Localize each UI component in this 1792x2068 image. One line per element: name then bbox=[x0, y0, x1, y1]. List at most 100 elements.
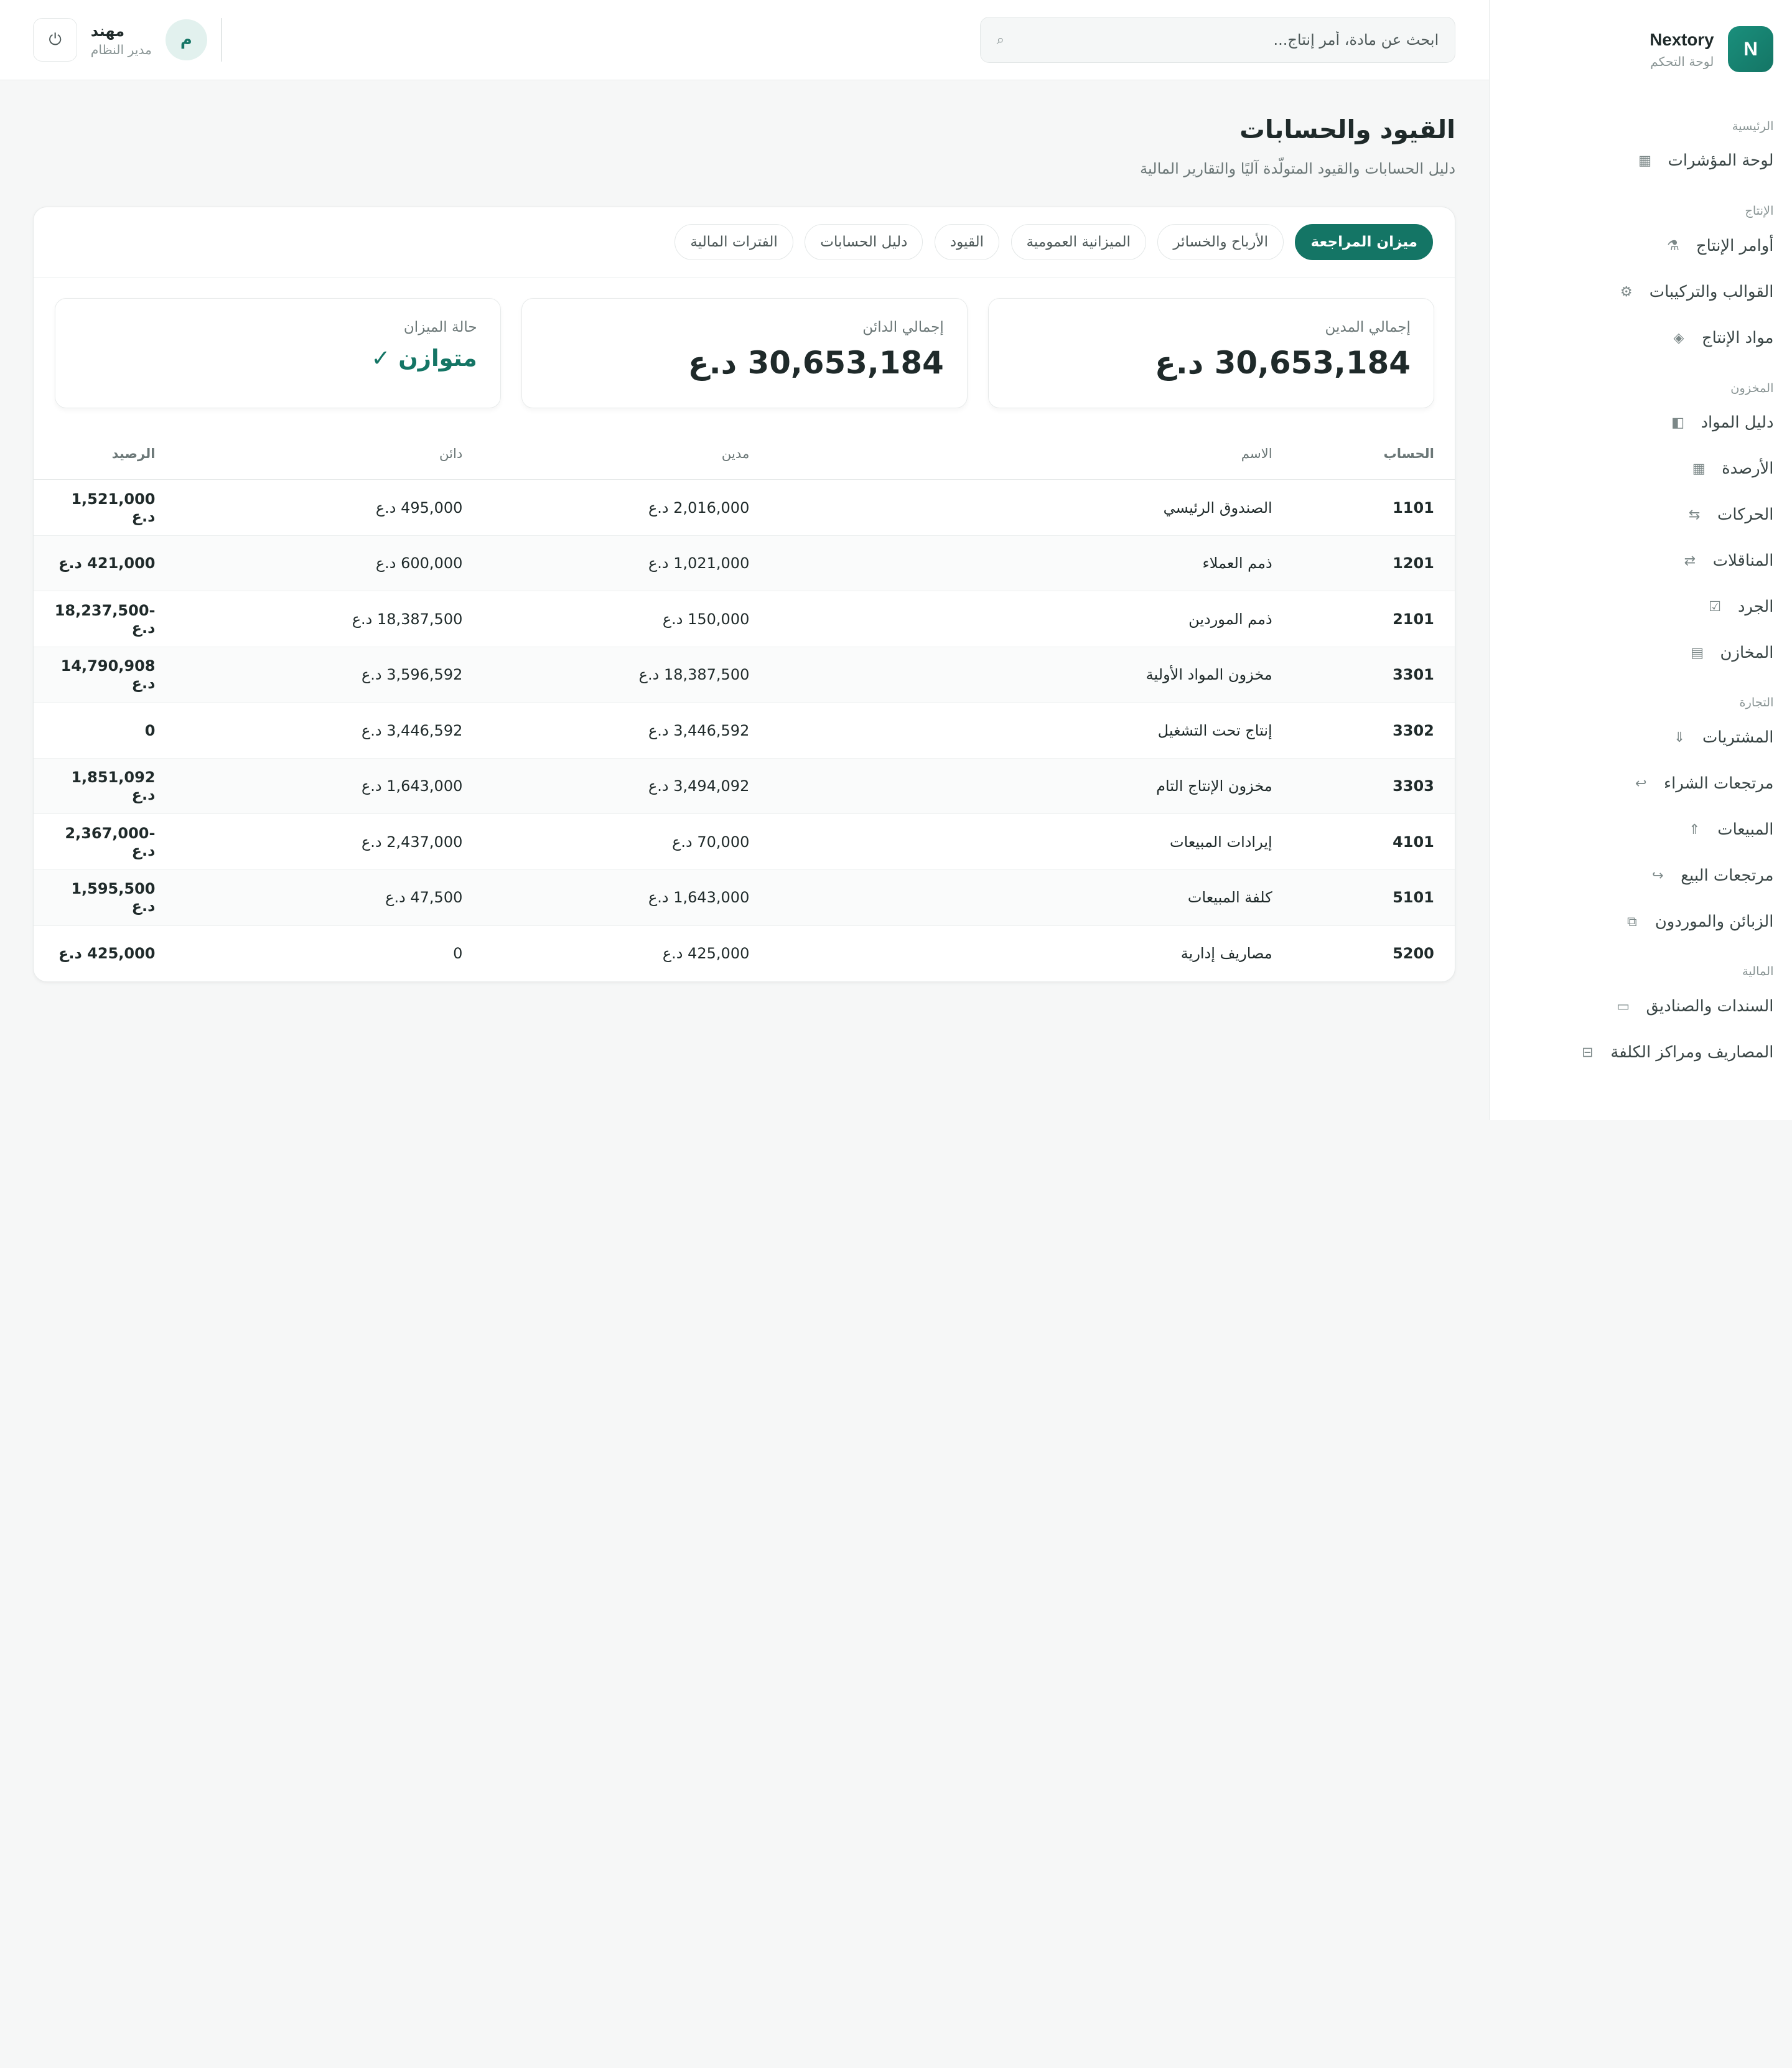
table-cell: 2101 bbox=[1292, 591, 1455, 647]
tab[interactable]: ميزان المراجعة bbox=[1295, 224, 1434, 260]
table-cell: 1,595,500 د.ع bbox=[34, 869, 176, 926]
table-row[interactable]: 3302 إنتاج تحت التشغيل 3,446,592 د.ع 3,446,… bbox=[34, 702, 1455, 759]
column-header-name[interactable]: الاسم bbox=[770, 429, 1293, 480]
main: ⌕ م مهند مدير النظام ⏻ القيود والحسابات … bbox=[0, 0, 1489, 1120]
brand-subtitle: لوحة التحكم bbox=[1650, 54, 1714, 70]
search-input[interactable] bbox=[1015, 31, 1439, 49]
sidebar-item[interactable]: المناقلات ⇄ bbox=[1490, 538, 1774, 584]
table-cell: 14,790,908 د.ع bbox=[34, 647, 176, 703]
sidebar-item[interactable]: الحركات ⇆ bbox=[1490, 492, 1774, 538]
table-row[interactable]: 1201 ذمم العملاء 1,021,000 د.ع 600,000 د.ع 4… bbox=[34, 535, 1455, 592]
table-cell: -18,237,500 د.ع bbox=[34, 591, 176, 647]
tab[interactable]: دليل الحسابات bbox=[805, 224, 923, 260]
sidebar-item-label: الجرد bbox=[1737, 597, 1774, 616]
tabs: ميزان المراجعة الأرباح والخسائر الميزانية … bbox=[34, 207, 1455, 278]
brand-name: Nextory bbox=[1650, 29, 1714, 49]
sidebar-item[interactable]: لوحة المؤشرات ▦ bbox=[1490, 138, 1773, 184]
nav-icon: ↪ bbox=[1652, 867, 1664, 884]
table-row[interactable]: 5200 مصاريف إدارية 425,000 د.ع 0 425,000 د.ع bbox=[34, 925, 1455, 981]
topbar: ⌕ م مهند مدير النظام ⏻ bbox=[0, 0, 1489, 81]
table-cell: 3302 bbox=[1292, 702, 1455, 759]
tab[interactable]: القيود bbox=[934, 224, 1000, 260]
table-cell: 0 bbox=[453, 945, 463, 963]
user-name: مهند bbox=[90, 22, 125, 40]
table-row[interactable]: 3301 مخزون المواد الأولية 18,387,500 د.ع 3,… bbox=[34, 647, 1455, 703]
table-cell: 1,521,000 د.ع bbox=[34, 479, 176, 536]
table-cell: 2,437,000 د.ع bbox=[175, 813, 483, 870]
nav-icon: ⚗ bbox=[1667, 238, 1679, 255]
sidebar-item[interactable]: دليل المواد ◧ bbox=[1490, 400, 1773, 446]
brand[interactable]: N Nextory لوحة التحكم bbox=[1490, 0, 1774, 99]
tab[interactable]: الفترات المالية bbox=[674, 224, 793, 260]
sidebar-item[interactable]: الزبائن والموردون ⧉ bbox=[1490, 899, 1774, 945]
table-cell: 0 bbox=[34, 702, 176, 759]
nav-section-title: التجارة bbox=[1739, 695, 1774, 710]
table-cell: 18,387,500 د.ع bbox=[175, 591, 483, 647]
content: القيود والحسابات دليل الحسابات والقيود ا… bbox=[0, 80, 1489, 982]
table-row[interactable]: 4101 إيرادات المبيعات 70,000 د.ع 2,437,000 … bbox=[34, 813, 1455, 870]
brand-logo: N bbox=[1727, 26, 1774, 73]
table-row[interactable]: 3303 مخزون الإنتاج التام 3,494,092 د.ع 1,64… bbox=[34, 758, 1455, 815]
nav-icon: ⧉ bbox=[1627, 913, 1637, 930]
table-cell: -2,367,000 د.ع bbox=[34, 813, 176, 870]
table-cell: 495,000 د.ع bbox=[175, 479, 483, 536]
table-cell: 3,596,592 د.ع bbox=[175, 647, 483, 703]
sidebar-item[interactable]: السندات والصناديق ▭ bbox=[1490, 983, 1773, 1029]
sidebar-item[interactable]: مرتجعات الشراء ↩ bbox=[1490, 760, 1774, 807]
table-cell: 5101 bbox=[1292, 869, 1455, 926]
table-cell: 3,446,592 د.ع bbox=[483, 702, 770, 759]
nav-section: الإنتاج أوامر الإنتاج ⚗ القوالب والتركيبات ⚙… bbox=[1490, 200, 1774, 360]
sidebar-item-label: مواد الإنتاج bbox=[1701, 328, 1774, 347]
nav-section: التجارة المشتريات ⇓ مرتجعات الشراء ↩ المبيعات… bbox=[1490, 691, 1774, 945]
table-body: 1101 الصندوق الرئيسي 2,016,000 د.ع 495,000 … bbox=[34, 479, 1455, 981]
stat-label: إجمالي المدين bbox=[1325, 319, 1411, 336]
sidebar-item-label: المصاريف ومراكز الكلفة bbox=[1610, 1043, 1774, 1062]
table-row[interactable]: 5101 كلفة المبيعات 1,643,000 د.ع 47,500 د.ع… bbox=[34, 869, 1455, 926]
column-header-account[interactable]: الحساب bbox=[1292, 429, 1455, 480]
table-cell: 3301 bbox=[1292, 647, 1455, 703]
sidebar-item[interactable]: مواد الإنتاج ◈ bbox=[1490, 315, 1774, 361]
logout-button[interactable]: ⏻ bbox=[33, 18, 77, 62]
sidebar-item[interactable]: المبيعات ⇑ bbox=[1490, 807, 1773, 853]
table-cell: 421,000 د.ع bbox=[34, 535, 176, 592]
nav-icon: ◧ bbox=[1671, 414, 1685, 431]
sidebar-item-label: المخازن bbox=[1720, 643, 1774, 662]
sidebar-item[interactable]: المخازن ▤ bbox=[1490, 630, 1774, 676]
column-header-credit[interactable]: دائن bbox=[175, 429, 483, 480]
sidebar-item[interactable]: أوامر الإنتاج ⚗ bbox=[1490, 223, 1773, 269]
nav-icon: ▦ bbox=[1692, 461, 1706, 477]
user-role: مدير النظام bbox=[90, 42, 152, 57]
nav-icon: ◈ bbox=[1673, 329, 1684, 346]
column-header-debit[interactable]: مدين bbox=[483, 429, 770, 480]
table-cell: 70,000 د.ع bbox=[483, 813, 770, 870]
app-shell: N Nextory لوحة التحكم الرئيسية لوحة المؤش… bbox=[0, 0, 1792, 1121]
sidebar-item-label: الزبائن والموردون bbox=[1654, 912, 1774, 931]
sidebar-item[interactable]: القوالب والتركيبات ⚙ bbox=[1490, 269, 1774, 315]
sidebar-item[interactable]: الأرصدة ▦ bbox=[1490, 446, 1774, 492]
sidebar-item[interactable]: المشتريات ⇓ bbox=[1490, 714, 1774, 760]
sidebar-item[interactable]: المصاريف ومراكز الكلفة ⊟ bbox=[1490, 1029, 1774, 1075]
table-cell: إيرادات المبيعات bbox=[770, 813, 1293, 870]
stats-row: إجمالي المدين 30,653,184 د.ع إجمالي الدا… bbox=[34, 278, 1455, 429]
sidebar-item[interactable]: الجرد ☑ bbox=[1490, 584, 1774, 630]
nav-section-title: الرئيسية bbox=[1732, 118, 1774, 133]
table-cell: ذمم الموردين bbox=[770, 591, 1293, 647]
tab[interactable]: الأرباح والخسائر bbox=[1157, 224, 1284, 260]
nav-icon: ⚙ bbox=[1620, 283, 1633, 300]
search-box[interactable]: ⌕ bbox=[979, 17, 1456, 63]
sidebar-item[interactable]: مرتجعات البيع ↪ bbox=[1490, 853, 1773, 899]
tab[interactable]: الميزانية العمومية bbox=[1010, 224, 1146, 260]
table-row[interactable]: 1101 الصندوق الرئيسي 2,016,000 د.ع 495,000 … bbox=[34, 479, 1455, 536]
stat-label: حالة الميزان bbox=[403, 319, 477, 336]
stat-value: 30,653,184 د.ع bbox=[1154, 345, 1411, 381]
nav-section: الرئيسية لوحة المؤشرات ▦ bbox=[1490, 115, 1774, 184]
avatar[interactable]: م bbox=[166, 19, 207, 61]
table-cell: مخزون المواد الأولية bbox=[770, 647, 1293, 703]
nav-icon: ☑ bbox=[1709, 598, 1721, 615]
stat-balance-status: حالة الميزان متوازن ✓ bbox=[54, 298, 501, 409]
stat-value: متوازن ✓ bbox=[371, 345, 477, 372]
table-row[interactable]: 2101 ذمم الموردين 150,000 د.ع 18,387,500 د.… bbox=[34, 591, 1455, 647]
table-cell: الصندوق الرئيسي bbox=[770, 479, 1293, 536]
column-header-balance[interactable]: الرصيد bbox=[34, 429, 176, 480]
page-subtitle: دليل الحسابات والقيود المتولّدة آليًا وا… bbox=[1140, 159, 1456, 177]
